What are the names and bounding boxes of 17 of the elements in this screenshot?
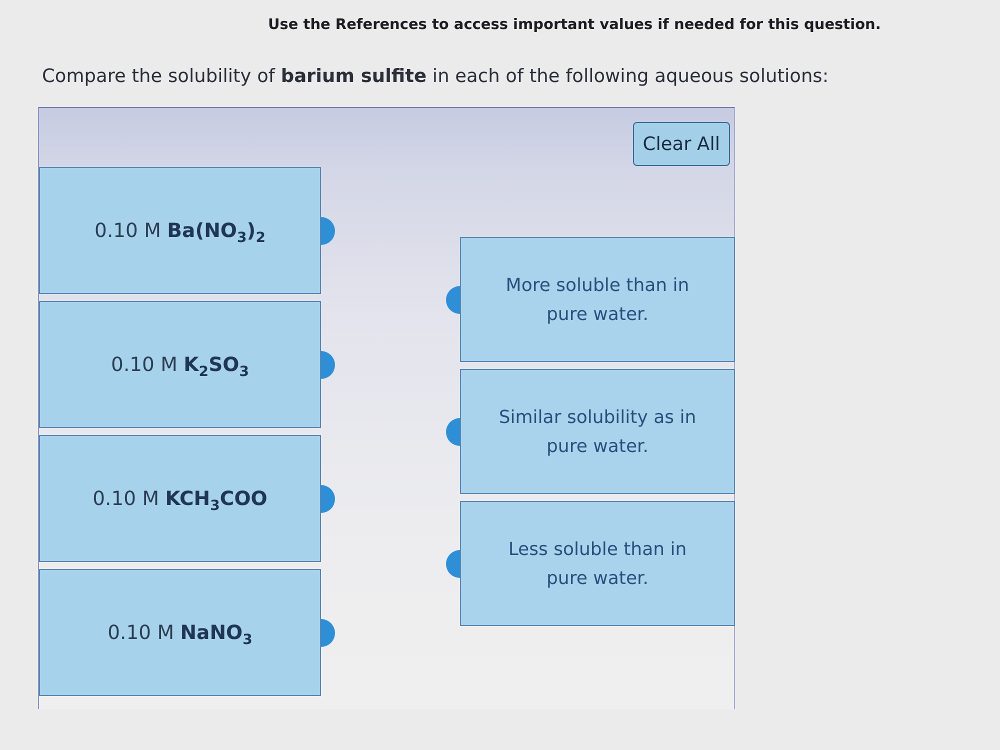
category-drop-target[interactable]: Similar solubility as in pure water. <box>460 369 735 494</box>
solution-choice[interactable]: 0.10 M NaNO$_{3}$ <box>39 569 321 696</box>
connector-knob-icon[interactable] <box>321 484 335 512</box>
question-text: Compare the solubility of barium sulfite in each of the following aqueous solutions: <box>42 66 830 87</box>
connector-knob-icon[interactable] <box>321 216 335 244</box>
connector-knob-icon[interactable] <box>321 618 335 646</box>
clear-all-button[interactable]: Clear All <box>632 122 730 166</box>
solution-choice[interactable]: 0.10 M Ba(NO$_{3}$)$_{2}$ <box>39 167 321 294</box>
connector-knob-icon[interactable] <box>446 286 460 314</box>
references-notice: Use the References to access important values if needed for this question. <box>268 17 882 33</box>
connector-knob-icon[interactable] <box>446 550 460 578</box>
category-drop-target[interactable]: Less soluble than in pure water. <box>460 501 735 626</box>
solution-choice[interactable]: 0.10 M KCH$_{3}$COO <box>39 435 321 562</box>
connector-knob-icon[interactable] <box>446 418 460 446</box>
connector-knob-icon[interactable] <box>321 350 335 378</box>
category-drop-target[interactable]: More soluble than in pure water. <box>460 237 735 362</box>
solution-choice[interactable]: 0.10 M K$_{2}$SO$_{3}$ <box>39 301 321 428</box>
